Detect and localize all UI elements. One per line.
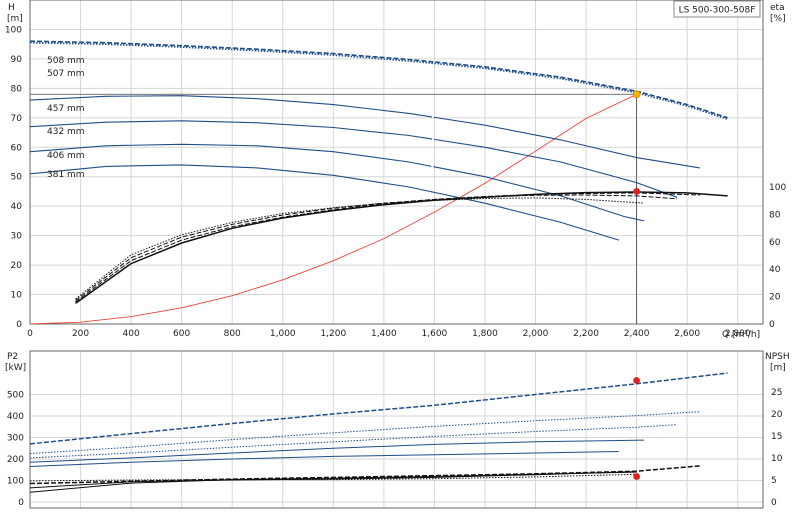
x-tick-label: 2,200 <box>573 329 599 339</box>
x-tick-label: 1,400 <box>371 329 397 339</box>
y-axis-label: H <box>8 3 15 13</box>
y2-tick-label: 10 <box>771 454 783 464</box>
y2-axis-label: NPSH <box>765 352 790 362</box>
plot-frame <box>29 350 764 509</box>
efficiency-curve <box>75 194 678 301</box>
x-axis-unit: [m³/h] <box>732 330 760 340</box>
y2-axis-unit: [%] <box>770 14 786 24</box>
power-npsh-plot: 0 100 200 300 400 500 0 5 10 15 20 25 P2[kW] NPSH[m] <box>5 350 790 509</box>
y2-tick-label: 25 <box>771 388 782 398</box>
duty-point-marker <box>632 90 641 99</box>
head-curve <box>29 95 700 169</box>
y-tick-label: 60 <box>11 143 23 153</box>
y2-axis-unit: [m] <box>770 363 786 373</box>
model-title-box: LS 500-300-508F <box>673 0 761 18</box>
head-curve <box>29 40 728 119</box>
head-curve <box>29 164 620 241</box>
y-tick-label: 20 <box>11 261 23 271</box>
head-curve <box>29 41 728 121</box>
x-tick-label: 400 <box>123 329 140 339</box>
y2-tick-label: 40 <box>769 265 781 275</box>
head-curve-label: 507 mm <box>47 69 85 79</box>
y-axis-unit: [kW] <box>5 363 26 373</box>
power-curve <box>29 372 728 445</box>
y-tick-label: 400 <box>7 412 24 422</box>
x-tick-label: 2,600 <box>674 329 700 339</box>
x-axis-label: Q <box>722 330 729 340</box>
x-tick-label: 1,000 <box>270 329 296 339</box>
x-tick-label: 600 <box>173 329 190 339</box>
y-tick-label: 70 <box>11 114 23 124</box>
y-tick-label: 500 <box>7 391 24 401</box>
y2-tick-label: 80 <box>769 210 781 220</box>
x-tick-label: 1,600 <box>422 329 448 339</box>
y2-tick-label: 15 <box>771 432 782 442</box>
pump-performance-chart: 0 200 400 600 800 1,000 1,200 1,400 1,600 1,800 2,… <box>5 0 790 509</box>
y-tick-label: 90 <box>11 55 23 65</box>
y-tick-label: 0 <box>16 320 22 330</box>
x-tick-label: 0 <box>27 329 33 339</box>
y2-tick-label: 5 <box>771 476 777 486</box>
y2-tick-label: 0 <box>769 320 775 330</box>
npsh-point-marker <box>633 473 641 480</box>
y2-tick-label: 0 <box>771 498 777 508</box>
x-tick-label: 2,400 <box>624 329 650 339</box>
model-title: LS 500-300-508F <box>679 6 756 16</box>
y2-tick-label: 20 <box>769 293 781 303</box>
head-curve-label: 432 mm <box>47 127 85 137</box>
y-tick-label: 40 <box>11 202 23 212</box>
efficiency-point-marker <box>633 188 641 195</box>
x-tick-label: 1,800 <box>472 329 498 339</box>
y-tick-label: 100 <box>7 477 24 487</box>
y2-tick-label: 60 <box>769 238 781 248</box>
y-tick-label: 80 <box>11 84 23 94</box>
y-tick-label: 30 <box>11 232 23 242</box>
y-axis-unit: [m] <box>7 14 23 24</box>
y-tick-label: 100 <box>5 25 22 35</box>
efficiency-curve <box>75 191 728 305</box>
head-curve-label: 406 mm <box>47 151 85 161</box>
head-curve-label: 381 mm <box>47 170 85 180</box>
y-tick-label: 0 <box>18 498 24 508</box>
head-curve-label: 508 mm <box>47 56 85 66</box>
x-tick-label: 1,200 <box>320 329 346 339</box>
head-efficiency-plot: 0 200 400 600 800 1,000 1,200 1,400 1,600 1,800 2,… <box>5 0 786 340</box>
y-axis-label: P2 <box>7 352 18 362</box>
plot-frame <box>29 0 764 325</box>
y-tick-label: 50 <box>11 173 23 183</box>
y2-tick-label: 100 <box>769 183 786 193</box>
y-tick-label: 300 <box>7 434 24 444</box>
x-tick-label: 800 <box>224 329 241 339</box>
y2-tick-label: 20 <box>771 410 783 420</box>
y-tick-label: 200 <box>7 455 24 465</box>
y2-axis-label: eta <box>770 3 785 13</box>
y-tick-label: 10 <box>11 291 23 301</box>
x-tick-label: 2,000 <box>523 329 549 339</box>
head-curve-label: 457 mm <box>47 104 85 114</box>
power-point-marker <box>633 377 641 384</box>
x-tick-label: 200 <box>72 329 89 339</box>
head-curve <box>29 120 678 198</box>
